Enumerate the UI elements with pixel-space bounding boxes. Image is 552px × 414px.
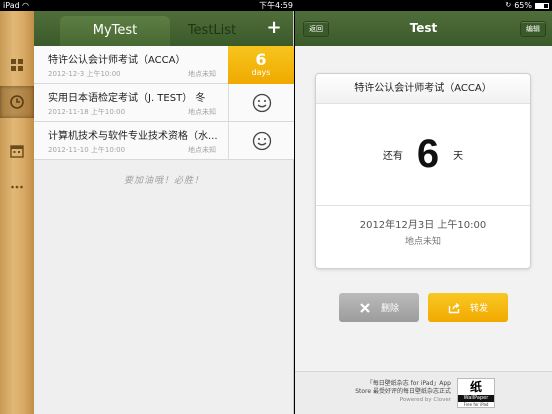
logo-caption: Free for iPad xyxy=(463,402,489,407)
close-icon xyxy=(360,302,370,313)
detail-panel: 返回 Test 编辑 特许公认会计师考试（ACCA） 还有 6 天 2012年12月… xyxy=(295,11,552,414)
logo-band: WallPaper xyxy=(458,395,494,402)
share-icon xyxy=(448,302,460,313)
countdown-days: 6 xyxy=(416,132,440,176)
cheer-text: 要加油哦！必胜！ xyxy=(123,176,204,186)
sidebar-item-more[interactable] xyxy=(0,171,34,203)
days-remaining-unit: days xyxy=(251,68,271,77)
share-button[interactable]: 转发 xyxy=(428,293,508,322)
list-item-date: 2012-11-10 上午10:00 xyxy=(48,146,126,154)
test-list-panel: MyTest TestList + 特许公认会计师考试（ACCA） 2012-1… xyxy=(34,11,294,414)
status-cell xyxy=(228,122,294,160)
detail-title: Test xyxy=(409,21,438,35)
list-item-title: 特许公认会计师考试（ACCA） xyxy=(48,55,186,66)
days-remaining-number: 6 xyxy=(255,50,267,69)
more-icon xyxy=(11,185,23,189)
delete-label: 删除 xyxy=(380,304,399,314)
sidebar xyxy=(0,11,34,414)
wallpaper-app-logo: 纸 WallPaper Free for iPad xyxy=(457,378,495,408)
status-cell xyxy=(228,84,294,122)
sidebar-item-grid[interactable] xyxy=(0,49,34,81)
list-item-location: 地点未知 xyxy=(188,108,216,116)
clock-label: 下午4:59 xyxy=(259,1,293,10)
sidebar-item-countdown[interactable] xyxy=(0,86,34,118)
promo-line-2: Store 最受好评的每日壁纸杂志正式 xyxy=(355,388,451,395)
exam-title: 特许公认会计师考试（ACCA） xyxy=(316,74,530,104)
calendar-icon xyxy=(10,145,24,158)
days-remaining-badge: 6 days xyxy=(228,46,294,84)
grid-icon xyxy=(11,59,23,71)
list-item[interactable]: 实用日本语检定考试（J. TEST） 冬 2012-11-18 上午10:00 … xyxy=(34,84,294,122)
promo-text: 「每日壁纸杂志 for iPad」App Store 最受好评的每日壁纸杂志正式… xyxy=(341,380,451,404)
clock-icon xyxy=(10,95,24,109)
countdown-row: 还有 6 天 xyxy=(316,132,530,177)
countdown-prefix: 还有 xyxy=(382,151,403,162)
detail-header: 返回 Test 编辑 xyxy=(295,11,552,46)
status-bar: iPad ◠ 下午4:59 ↻ 65% xyxy=(0,0,552,11)
add-test-button[interactable]: + xyxy=(263,17,285,39)
list-item-date: 2012-12-3 上午10:00 xyxy=(48,70,121,78)
promo-line-3: Powered by Clover xyxy=(399,397,451,403)
edit-button[interactable]: 编辑 xyxy=(520,21,546,37)
list-item-location: 地点未知 xyxy=(188,70,216,78)
exam-datetime: 2012年12月3日 上午10:00 xyxy=(359,220,487,231)
share-label: 转发 xyxy=(469,304,488,314)
list-item-date: 2012-11-18 上午10:00 xyxy=(48,108,126,116)
sidebar-item-calendar[interactable] xyxy=(0,135,34,167)
orientation-lock-icon: ↻ xyxy=(505,1,512,9)
list-item-title: 实用日本语检定考试（J. TEST） 冬 xyxy=(48,93,206,104)
battery-icon xyxy=(535,2,549,9)
logo-glyph: 纸 xyxy=(469,380,482,394)
tab-testlist[interactable]: TestList xyxy=(170,16,254,46)
exam-location: 地点未知 xyxy=(404,237,441,247)
battery-percent: 65% xyxy=(514,1,532,10)
promo-line-1: 「每日壁纸杂志 for iPad」App xyxy=(366,380,451,387)
list-item[interactable]: 特许公认会计师考试（ACCA） 2012-12-3 上午10:00 地点未知 6… xyxy=(34,46,294,84)
tab-mytest[interactable]: MyTest xyxy=(60,16,170,46)
smile-icon xyxy=(252,131,271,151)
card-divider xyxy=(316,205,530,206)
promo-banner[interactable]: 「每日壁纸杂志 for iPad」App Store 最受好评的每日壁纸杂志正式… xyxy=(295,371,552,414)
battery-indicator: ↻ 65% xyxy=(505,0,549,11)
list-item[interactable]: 计算机技术与软件专业技术资格（水... 2012-11-10 上午10:00 地… xyxy=(34,122,294,160)
smile-icon xyxy=(252,93,271,113)
delete-button[interactable]: 删除 xyxy=(339,293,419,322)
list-header: MyTest TestList + xyxy=(34,11,293,46)
countdown-card: 特许公认会计师考试（ACCA） 还有 6 天 2012年12月3日 上午10:00 … xyxy=(315,73,531,269)
list-item-location: 地点未知 xyxy=(188,146,216,154)
list-item-title: 计算机技术与软件专业技术资格（水... xyxy=(48,131,218,142)
countdown-suffix: 天 xyxy=(453,151,464,162)
